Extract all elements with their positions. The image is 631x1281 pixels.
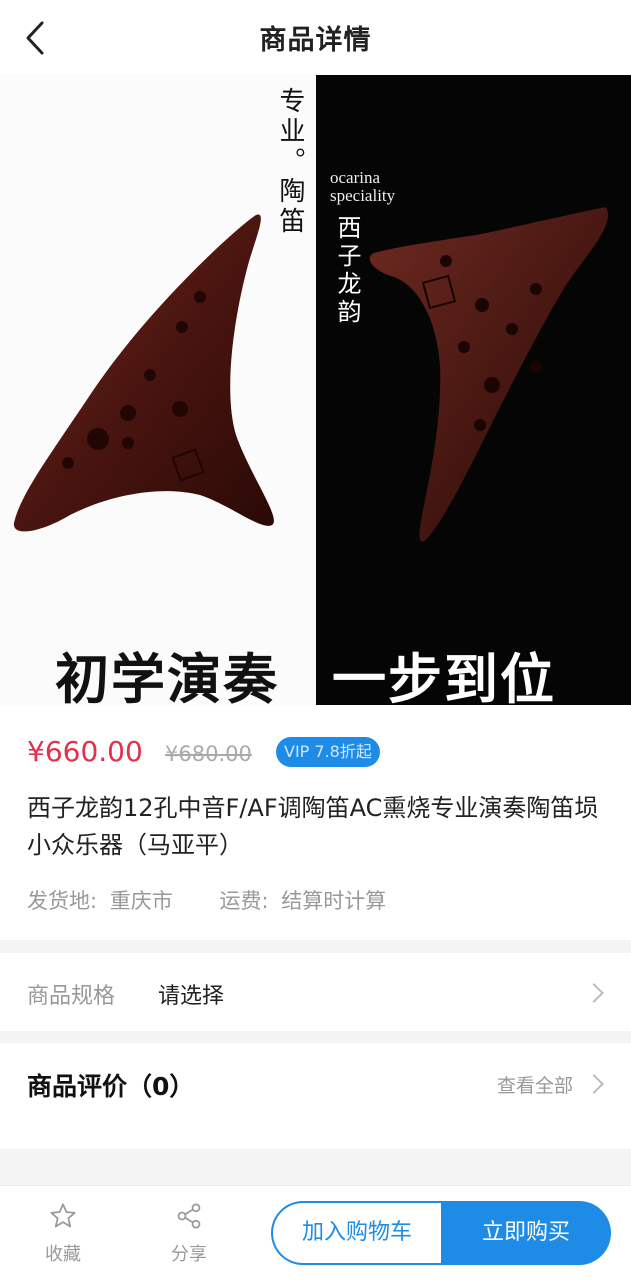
reviews-section: 商品评价（0） 查看全部	[0, 1043, 631, 1149]
share-icon	[177, 1203, 201, 1229]
chevron-right-icon	[584, 983, 604, 1003]
banner-slogan-right: 一步到位	[332, 647, 556, 705]
original-price: ¥680.00	[165, 742, 252, 766]
product-name: 西子龙韵12孔中音F/AF调陶笛AC熏烧专业演奏陶笛埙小众乐器（马亚平）	[27, 794, 599, 859]
ocarina-image-left	[13, 214, 274, 532]
reviews-title: 商品评价（0）	[27, 1072, 195, 1101]
page-title: 商品详情	[259, 25, 372, 56]
spec-value: 请选择	[158, 984, 225, 1009]
buy-now-button[interactable]: 立即购买	[441, 1201, 611, 1265]
share-label: 分享	[171, 1244, 207, 1265]
banner-left-panel: 专业。陶笛 初学演奏	[0, 75, 316, 705]
banner-left-vertical-text: 专业。陶笛	[275, 87, 305, 237]
banner-right-vertical-text: 西子龙韵	[333, 215, 361, 327]
add-to-cart-button[interactable]: 加入购物车	[271, 1201, 441, 1265]
bottom-action-bar: 收藏 分享 加入购物车 立即购买	[0, 1185, 631, 1281]
product-price: ¥660.00	[27, 735, 143, 768]
star-icon	[50, 1203, 76, 1228]
spec-selector-row[interactable]: 商品规格 请选择	[0, 953, 631, 1031]
view-all-reviews-link[interactable]: 查看全部	[497, 1071, 573, 1098]
vip-discount-badge[interactable]: VIP 7.8折起	[276, 737, 380, 767]
product-image-carousel[interactable]: 专业。陶笛 初学演奏 ocarina speciality 西子龙韵 一步到位	[0, 75, 631, 705]
shipping-info: 发货地: 重庆市 运费: 结算时计算	[27, 885, 392, 915]
favorite-label: 收藏	[45, 1244, 81, 1265]
product-info-section: ¥660.00 ¥680.00 VIP 7.8折起 西子龙韵12孔中音F/AF调…	[0, 705, 631, 940]
banner-slogan-left: 初学演奏	[55, 647, 279, 705]
banner-latin-line2: speciality	[330, 186, 396, 205]
freight-label: 运费:	[219, 889, 269, 913]
favorite-button[interactable]: 收藏	[33, 1202, 93, 1266]
ship-from-value: 重庆市	[109, 889, 173, 913]
ship-from-label: 发货地:	[27, 889, 98, 913]
top-bar: 商品详情	[0, 0, 631, 75]
freight-value: 结算时计算	[281, 889, 387, 913]
banner-right-panel: ocarina speciality 西子龙韵 一步到位	[316, 75, 631, 705]
spec-label: 商品规格	[27, 984, 116, 1009]
share-button[interactable]: 分享	[159, 1202, 219, 1266]
chevron-right-icon	[584, 1074, 604, 1094]
